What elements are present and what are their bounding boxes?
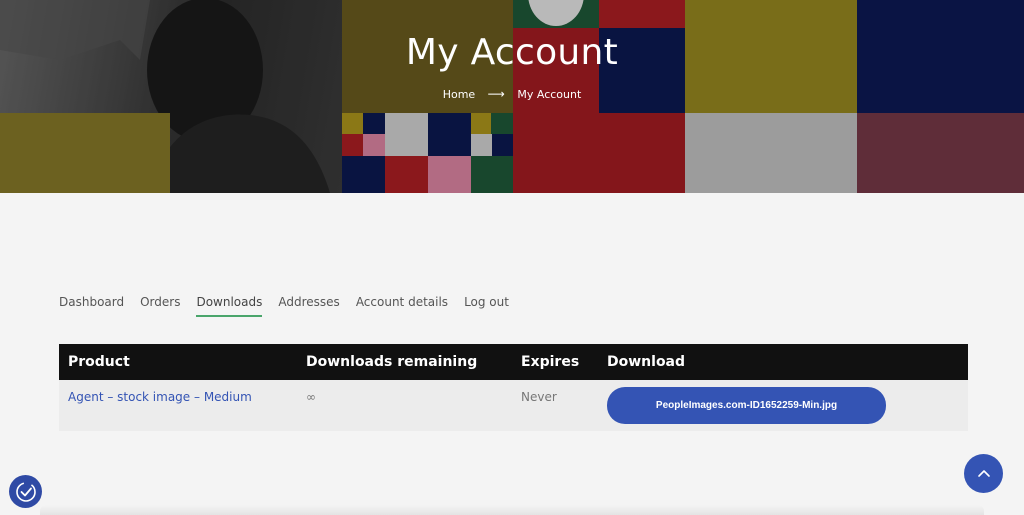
product-cell: Agent – stock image – Medium	[59, 380, 297, 431]
product-link[interactable]: Agent – stock image – Medium	[68, 390, 252, 404]
tab-orders[interactable]: Orders	[140, 295, 180, 317]
column-header-downloads-remaining: Downloads remaining	[297, 344, 512, 380]
expires-cell: Never	[512, 380, 598, 431]
column-header-download: Download	[598, 344, 968, 380]
tab-account-details[interactable]: Account details	[356, 295, 448, 317]
table-row: Agent – stock image – Medium ∞ Never Peo…	[59, 380, 968, 431]
breadcrumb: Home ⟶ My Account	[0, 87, 1024, 101]
table-header-row: Product Downloads remaining Expires Down…	[59, 344, 968, 380]
accessibility-button[interactable]	[9, 475, 42, 508]
tab-downloads[interactable]: Downloads	[196, 295, 263, 317]
accessibility-icon	[15, 481, 36, 502]
breadcrumb-arrow-icon: ⟶	[487, 87, 505, 101]
downloads-table: Product Downloads remaining Expires Down…	[59, 344, 968, 431]
chevron-up-icon	[977, 469, 990, 477]
page-title: My Account	[405, 32, 619, 73]
column-header-expires: Expires	[512, 344, 598, 380]
account-navigation: Dashboard Orders Downloads Addresses Acc…	[59, 295, 525, 317]
tab-dashboard[interactable]: Dashboard	[59, 295, 124, 317]
scroll-to-top-button[interactable]	[964, 454, 1003, 493]
breadcrumb-home-link[interactable]: Home	[443, 88, 475, 101]
tab-addresses[interactable]: Addresses	[278, 295, 339, 317]
bottom-panel-edge	[40, 505, 984, 515]
tab-log-out[interactable]: Log out	[464, 295, 509, 317]
download-file-button[interactable]: PeopleImages.com-ID1652259-Min.jpg	[607, 387, 886, 424]
column-header-product: Product	[59, 344, 297, 380]
page-hero: My Account Home ⟶ My Account	[0, 0, 1024, 193]
download-cell: PeopleImages.com-ID1652259-Min.jpg	[598, 380, 968, 431]
downloads-remaining-cell: ∞	[297, 380, 512, 431]
breadcrumb-current: My Account	[517, 87, 582, 101]
